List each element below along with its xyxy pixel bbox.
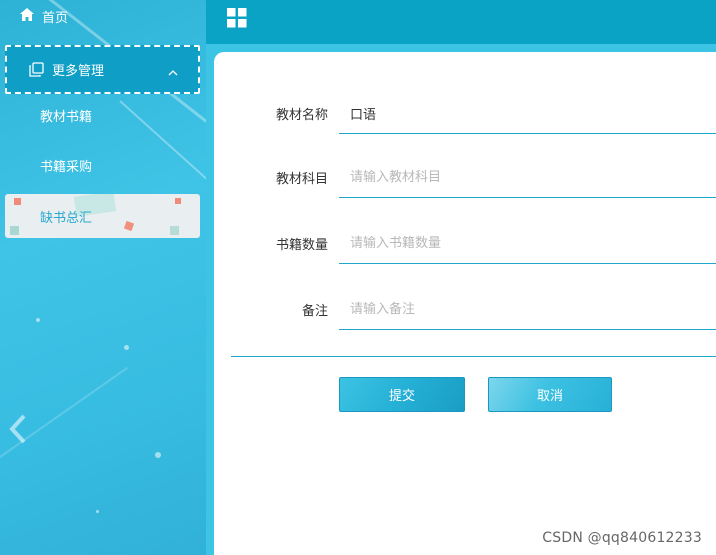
field-label: 教材科目 <box>275 172 328 187</box>
sidebar-item-label: 缺书总汇 <box>40 210 93 226</box>
textbook-name-input[interactable] <box>339 94 716 134</box>
form-row-textbook-subject: 教材科目 <box>214 158 716 198</box>
decorative-dot <box>124 345 129 350</box>
home-icon <box>20 7 42 25</box>
watermark: CSDN @qq840612233 <box>542 530 702 546</box>
decorative-square <box>123 220 135 232</box>
decorative-streak <box>119 100 206 209</box>
book-quantity-input[interactable] <box>339 224 716 264</box>
field-label: 书籍数量 <box>275 238 328 253</box>
decorative-square <box>10 226 19 235</box>
chevron-left-icon[interactable] <box>8 413 28 449</box>
form-panel: 教材名称 教材科目 书籍数量 备注 提交 取消 <box>214 52 716 555</box>
decorative-square <box>170 226 179 235</box>
sidebar-item-home[interactable]: 首页 <box>20 6 68 26</box>
sidebar-group-more-management[interactable]: 更多管理 <box>5 45 200 94</box>
decorative-dot <box>36 318 40 322</box>
form-row-textbook-name: 教材名称 <box>214 94 716 134</box>
sidebar: 首页 更多管理 教材书籍 书籍采购 缺书总汇 <box>0 0 206 555</box>
chevron-up-icon[interactable] <box>168 65 178 80</box>
sidebar-item-label: 首页 <box>42 10 69 26</box>
top-bar <box>206 0 716 44</box>
copy-icon <box>29 62 44 77</box>
decorative-dot <box>96 510 99 513</box>
form-row-remarks: 备注 <box>214 290 716 330</box>
submit-button[interactable]: 提交 <box>339 377 465 412</box>
sidebar-item-book-purchase[interactable]: 书籍采购 <box>40 156 92 175</box>
decorative-square <box>175 198 181 204</box>
sidebar-item-textbooks[interactable]: 教材书籍 <box>40 106 92 125</box>
decorative-square <box>14 198 21 205</box>
sidebar-item-missing-books[interactable]: 缺书总汇 <box>5 194 200 238</box>
field-label: 备注 <box>301 304 328 319</box>
form-divider <box>231 356 716 357</box>
decorative-dot <box>155 452 161 458</box>
remarks-input[interactable] <box>339 290 716 330</box>
grid-menu-icon[interactable] <box>227 8 247 32</box>
cancel-button[interactable]: 取消 <box>488 377 612 412</box>
textbook-subject-input[interactable] <box>339 158 716 198</box>
field-label: 教材名称 <box>275 108 328 123</box>
sidebar-group-label: 更多管理 <box>52 64 105 79</box>
form-row-book-quantity: 书籍数量 <box>214 224 716 264</box>
